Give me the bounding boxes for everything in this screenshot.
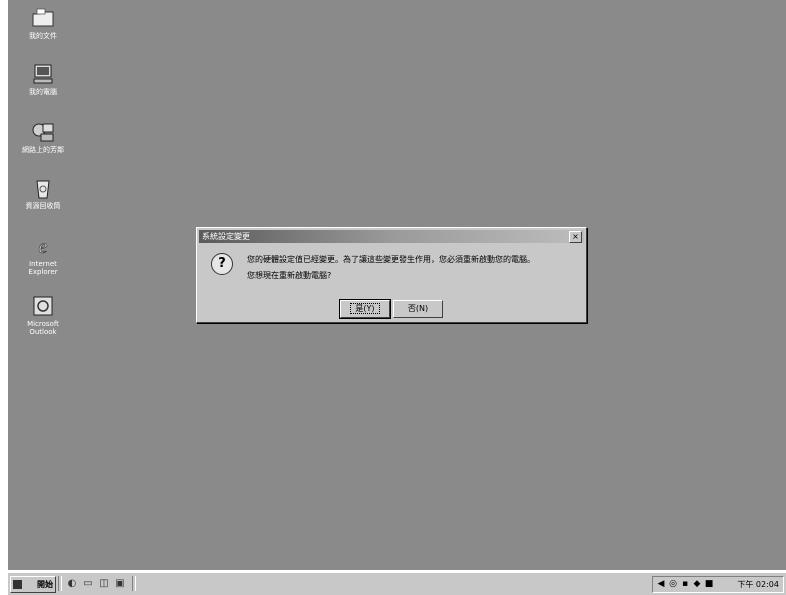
outlook-icon[interactable]: ◫ [98,578,110,590]
desktop-icon-network-neighborhood[interactable]: 網路上的芳鄰 [15,120,71,154]
channel-icon[interactable]: ▣ [114,578,126,590]
computer-icon [33,64,53,84]
start-button-label: 開始 [37,580,53,589]
start-button[interactable]: 開始 [10,576,56,593]
desktop-icon-label: 我的文件 [29,32,57,40]
monitor-icon[interactable]: ▪ [680,579,690,589]
network-icon [32,123,54,142]
yes-button-label: 是(Y) [350,303,380,314]
desktop-icon-microsoft-outlook[interactable]: Microsoft Outlook [15,294,71,336]
desktop-icon-label: Microsoft Outlook [27,320,59,336]
close-icon: × [572,232,579,241]
system-settings-change-dialog: 系統設定變更 × ? 您的硬體設定值已經變更。為了讓這些變更發生作用，您必須重新… [196,227,587,323]
system-tray: ◀ ◎ ▪ ◆ ■ 下午 02:04 [652,576,784,593]
dialog-message-line-1: 您的硬體設定值已經變更。為了讓這些變更發生作用，您必須重新啟動您的電腦。 [247,255,535,264]
svg-text:e: e [39,236,48,258]
desktop-icon-label: 我的電腦 [29,88,57,96]
desktop-icon-recycle-bin[interactable]: 資源回收筒 [15,176,71,210]
folder-icon [32,8,54,27]
taskbar-clock[interactable]: 下午 02:04 [737,579,779,590]
dialog-title: 系統設定變更 [202,232,250,241]
yes-button[interactable]: 是(Y) [339,299,391,319]
ie-icon[interactable]: ◐ [66,578,78,590]
network-icon[interactable]: ◎ [668,579,678,589]
desktop-icon-label: 資源回收筒 [25,202,61,210]
desktop-icon[interactable]: ▭ [82,578,94,590]
no-button-label: 否(N) [407,304,429,313]
no-button[interactable]: 否(N) [393,300,443,318]
desktop-icon-my-computer[interactable]: 我的電腦 [15,62,71,96]
recycle-bin-icon [36,180,50,199]
dialog-titlebar[interactable]: 系統設定變更 × [199,230,584,243]
keyboard-icon[interactable]: ■ [704,579,714,589]
desktop-icon-label: 網路上的芳鄰 [22,146,64,154]
taskbar-separator [132,576,136,591]
taskbar-separator [58,576,62,591]
dialog-message-line-2: 您想現在重新啟動電腦? [247,271,332,280]
outlook-icon [33,296,53,316]
question-icon: ? [211,253,233,275]
volume-icon[interactable]: ◀ [656,579,666,589]
windows-logo-icon [13,580,22,589]
desktop-icon-my-documents[interactable]: 我的文件 [15,6,71,40]
desktop-icon-internet-explorer[interactable]: e Internet Explorer [15,234,71,276]
taskbar: 開始 ◐ ▭ ◫ ▣ ◀ ◎ ▪ ◆ ■ 下午 02:04 [8,572,786,595]
ime-icon[interactable]: ◆ [692,579,702,589]
close-button[interactable]: × [569,231,582,243]
ie-icon: e [38,236,48,258]
desktop-icon-label: Internet Explorer [28,260,58,276]
